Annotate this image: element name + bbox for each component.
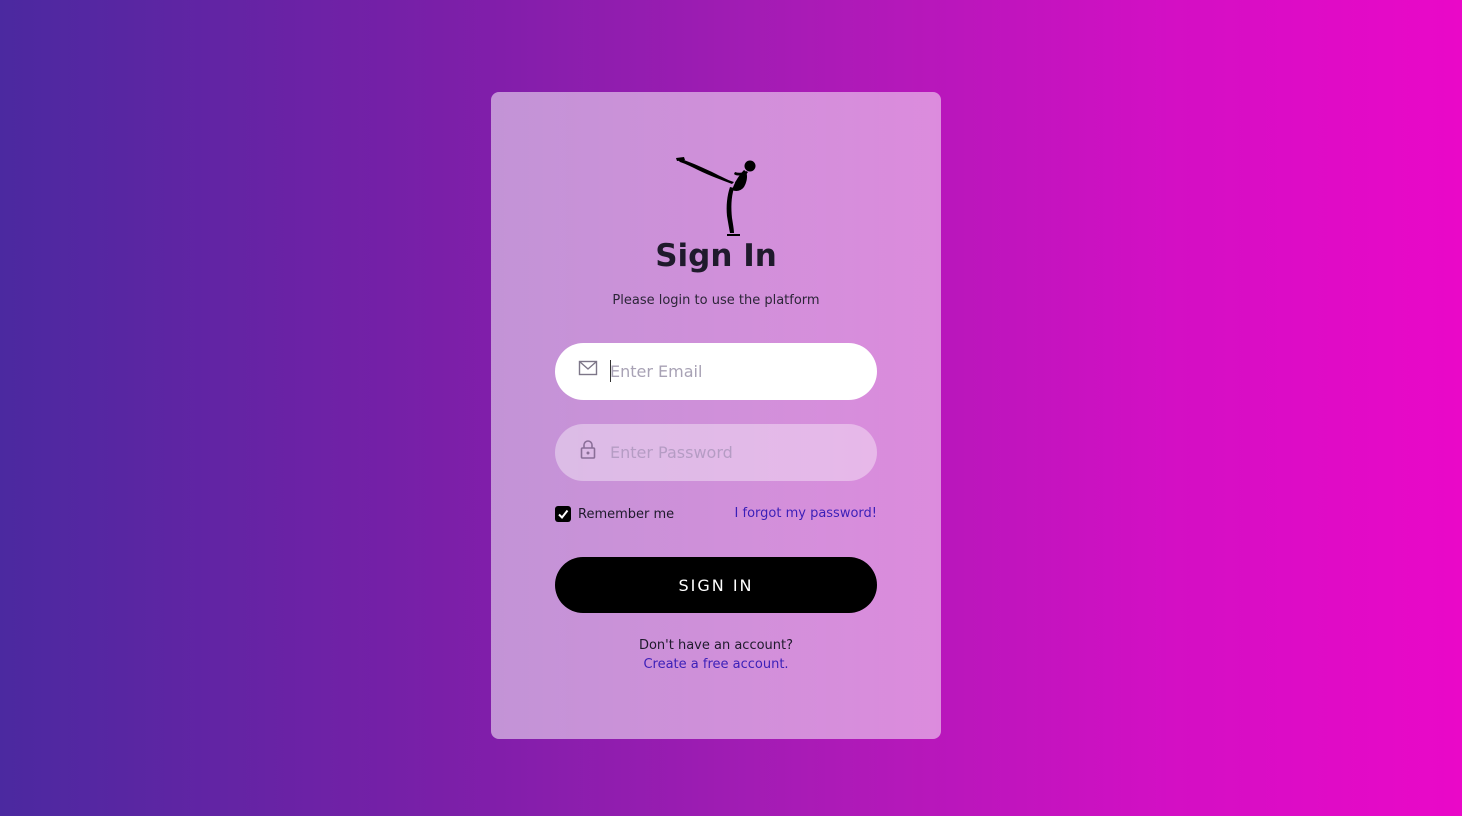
mail-icon	[578, 360, 598, 376]
text-caret	[610, 360, 611, 382]
lock-icon	[580, 440, 596, 459]
password-input[interactable]	[610, 424, 860, 481]
password-field[interactable]	[555, 424, 877, 481]
sign-in-button[interactable]: SIGN IN	[555, 557, 877, 613]
email-input[interactable]	[610, 343, 860, 400]
email-field[interactable]	[555, 343, 877, 400]
create-account-link[interactable]: Create a free account.	[643, 657, 788, 672]
remember-label: Remember me	[578, 506, 675, 522]
no-account-text: Don't have an account?	[638, 638, 794, 653]
remember-me[interactable]: Remember me	[555, 506, 674, 522]
forgot-password-link[interactable]: I forgot my password!	[735, 506, 877, 521]
checkmark-icon	[558, 509, 569, 520]
remember-checkbox[interactable]	[555, 506, 571, 522]
page-subtitle: Please login to use the platform	[612, 293, 820, 308]
login-card: Sign In Please login to use the platform…	[491, 92, 941, 739]
page-title: Sign In	[655, 238, 777, 274]
create-account-row: Create a free account.	[491, 657, 941, 672]
figure-skater-logo	[676, 157, 756, 236]
